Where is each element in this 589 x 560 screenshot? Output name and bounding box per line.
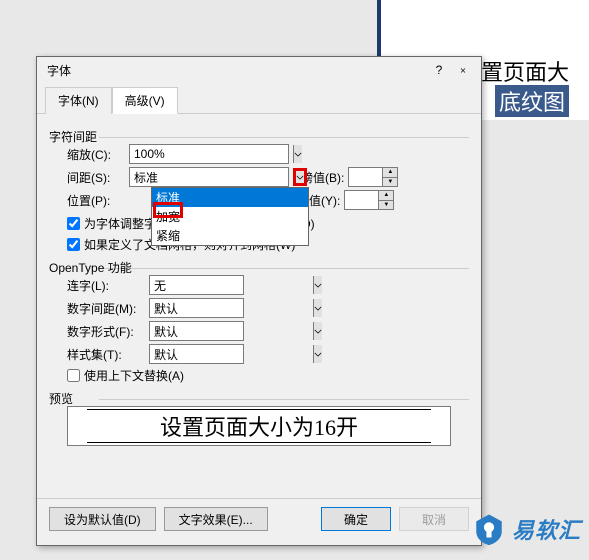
numspacing-input[interactable] [150, 299, 313, 317]
spacing-input[interactable] [130, 168, 293, 186]
ok-button[interactable]: 确定 [321, 507, 391, 531]
spacing-combo[interactable] [129, 167, 289, 187]
font-dialog: 字体 ? 字体(N) 高级(V) 字符间距 缩放(C): 间距(S): 磅值(B… [36, 56, 482, 546]
spin-down-icon[interactable]: ▼ [379, 201, 393, 210]
numform-label: 数字形式(F): [67, 323, 145, 340]
ligature-combo[interactable] [149, 275, 244, 295]
styleset-label: 样式集(T): [67, 346, 145, 363]
spacing-dropdown-list: 标准 加宽 紧缩 [151, 187, 309, 246]
close-icon [459, 68, 467, 73]
grid-checkbox[interactable] [67, 238, 80, 251]
cancel-button[interactable]: 取消 [399, 507, 469, 531]
help-button[interactable]: ? [427, 60, 451, 80]
styleset-input[interactable] [150, 345, 313, 363]
spacing-pt-label: 磅值(B): [301, 169, 344, 186]
dropdown-opt-standard[interactable]: 标准 [152, 188, 308, 207]
button-bar: 设为默认值(D) 文字效果(E)... 确定 取消 [37, 498, 481, 539]
contextual-checkbox[interactable] [67, 369, 80, 382]
dialog-title: 字体 [43, 62, 427, 79]
styleset-combo[interactable] [149, 344, 244, 364]
chevron-down-icon[interactable] [293, 145, 302, 163]
watermark: 易软汇 [472, 512, 581, 546]
scale-label: 缩放(C): [67, 146, 125, 163]
kerning-checkbox[interactable] [67, 217, 80, 230]
numspacing-label: 数字间距(M): [67, 300, 145, 317]
ligature-input[interactable] [150, 276, 313, 294]
spin-down-icon[interactable]: ▼ [383, 178, 397, 187]
spacing-pt-spinner[interactable]: ▲▼ [348, 167, 398, 187]
numform-combo[interactable] [149, 321, 244, 341]
ligature-label: 连字(L): [67, 277, 145, 294]
dropdown-opt-condensed[interactable]: 紧缩 [152, 226, 308, 245]
spin-up-icon[interactable]: ▲ [379, 191, 393, 201]
dropdown-opt-expanded[interactable]: 加宽 [152, 207, 308, 226]
tab-bar: 字体(N) 高级(V) [37, 83, 481, 114]
contextual-label: 使用上下文替换(A) [84, 367, 184, 384]
watermark-icon [472, 512, 506, 546]
close-button[interactable] [451, 60, 475, 80]
position-label: 位置(P): [67, 192, 125, 209]
position-pt-input[interactable] [345, 191, 378, 209]
tab-advanced[interactable]: 高级(V) [112, 87, 178, 114]
scale-input[interactable] [130, 145, 293, 163]
spacing-dropdown-button[interactable] [293, 168, 307, 186]
spacing-pt-input[interactable] [349, 168, 382, 186]
spacing-label: 间距(S): [67, 169, 125, 186]
numspacing-combo[interactable] [149, 298, 244, 318]
chevron-down-icon[interactable] [313, 276, 322, 294]
chevron-down-icon[interactable] [313, 299, 322, 317]
chevron-down-icon[interactable] [313, 322, 322, 340]
preview-box: 设置页面大小为16开 [67, 406, 451, 446]
titlebar: 字体 ? [37, 57, 481, 83]
scale-combo[interactable] [129, 144, 289, 164]
text-effects-button[interactable]: 文字效果(E)... [164, 507, 268, 531]
watermark-text: 易软汇 [512, 513, 581, 545]
position-pt-spinner[interactable]: ▲▼ [344, 190, 394, 210]
tab-font[interactable]: 字体(N) [45, 87, 112, 114]
spin-up-icon[interactable]: ▲ [383, 168, 397, 178]
doc-bg-line2: 底纹图 [495, 85, 569, 117]
chevron-down-icon[interactable] [313, 345, 322, 363]
set-default-button[interactable]: 设为默认值(D) [49, 507, 156, 531]
preview-text: 设置页面大小为16开 [87, 409, 431, 443]
numform-input[interactable] [150, 322, 313, 340]
